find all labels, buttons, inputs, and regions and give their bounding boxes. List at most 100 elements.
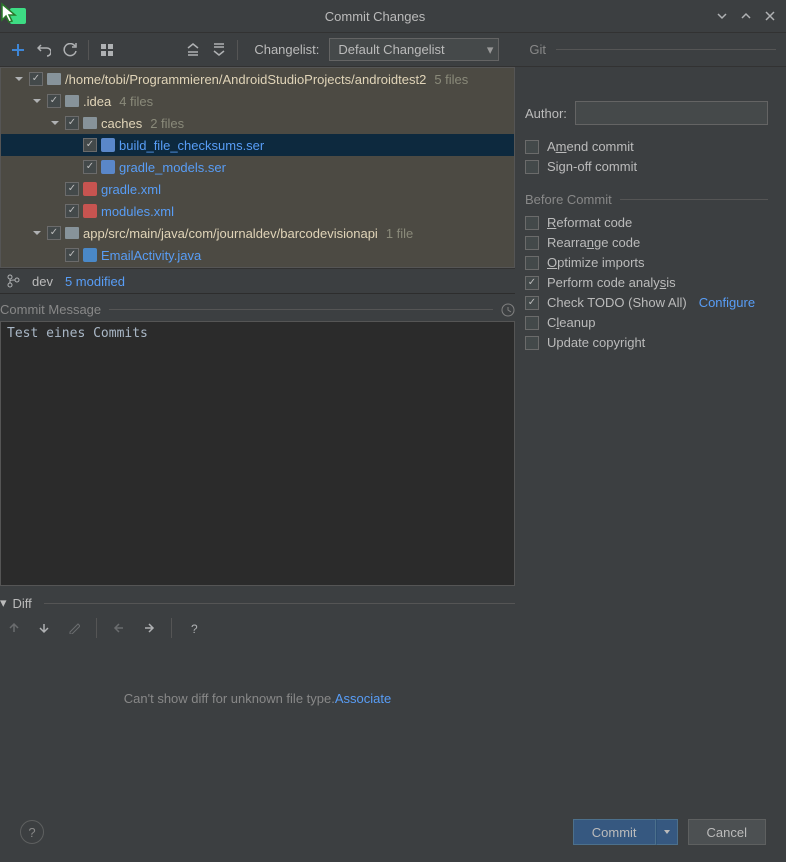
rearrange-label: Rearrange code bbox=[547, 235, 640, 250]
todo-checkbox[interactable] bbox=[525, 296, 539, 310]
modified-count[interactable]: 5 modified bbox=[65, 274, 125, 289]
rearrange-checkbox[interactable] bbox=[525, 236, 539, 250]
file-count: 5 files bbox=[434, 72, 468, 87]
java-file-icon bbox=[83, 248, 97, 262]
tree-row[interactable]: caches2 files bbox=[1, 112, 514, 134]
commit-message-label: Commit Message bbox=[0, 302, 101, 317]
group-by-icon[interactable] bbox=[99, 42, 115, 58]
expand-icon[interactable] bbox=[49, 117, 61, 129]
copyright-checkbox[interactable] bbox=[525, 336, 539, 350]
analysis-checkbox[interactable] bbox=[525, 276, 539, 290]
tree-row[interactable]: modules.xml bbox=[1, 200, 514, 222]
file-checkbox[interactable] bbox=[83, 138, 97, 152]
ser-file-icon bbox=[101, 160, 115, 174]
expand-icon[interactable] bbox=[31, 95, 43, 107]
configure-link[interactable]: Configure bbox=[699, 295, 755, 310]
file-checkbox[interactable] bbox=[83, 160, 97, 174]
status-line: dev 5 modified bbox=[0, 268, 515, 294]
folder-icon bbox=[65, 227, 79, 239]
tree-row[interactable]: build_file_checksums.ser bbox=[1, 134, 514, 156]
analysis-label: Perform code analysis bbox=[547, 275, 676, 290]
tree-row[interactable]: gradle_models.ser bbox=[1, 156, 514, 178]
commit-dropdown[interactable] bbox=[656, 819, 678, 845]
commit-message-input[interactable] bbox=[0, 321, 515, 586]
file-name: app/src/main/java/com/journaldev/barcode… bbox=[83, 226, 378, 241]
diff-label: Diff bbox=[13, 596, 32, 611]
file-count: 4 files bbox=[119, 94, 153, 109]
collapse-all-icon[interactable] bbox=[211, 42, 227, 58]
associate-link[interactable]: Associate bbox=[335, 691, 391, 706]
history-icon[interactable] bbox=[501, 303, 515, 317]
tree-row[interactable]: app/src/main/java/com/journaldev/barcode… bbox=[1, 222, 514, 244]
help-button[interactable]: ? bbox=[20, 820, 44, 844]
diff-toggle[interactable]: ▾ Diff bbox=[0, 593, 515, 613]
file-name: .idea bbox=[83, 94, 111, 109]
tree-row[interactable]: .idea 4 files bbox=[1, 90, 514, 112]
tree-row[interactable]: EmailActivity.java bbox=[1, 244, 514, 266]
copyright-label: Update copyright bbox=[547, 335, 645, 350]
prev-change-icon bbox=[6, 620, 22, 636]
file-tree[interactable]: /home/tobi/Programmieren/AndroidStudioPr… bbox=[0, 67, 515, 268]
next-file-icon[interactable] bbox=[141, 620, 157, 636]
signoff-checkbox[interactable] bbox=[525, 160, 539, 174]
refresh-icon[interactable] bbox=[62, 42, 78, 58]
svg-text:?: ? bbox=[191, 622, 198, 634]
todo-label: Check TODO (Show All) bbox=[547, 295, 687, 310]
changelist-label: Changelist: bbox=[254, 42, 319, 57]
expand-icon[interactable] bbox=[13, 73, 25, 85]
signoff-label: Sign-off commit bbox=[547, 159, 637, 174]
next-change-icon[interactable] bbox=[36, 620, 52, 636]
file-name: build_file_checksums.ser bbox=[119, 138, 264, 153]
file-checkbox[interactable] bbox=[29, 72, 43, 86]
cleanup-checkbox[interactable] bbox=[525, 316, 539, 330]
before-commit-label: Before Commit bbox=[525, 192, 612, 207]
xml-file-icon bbox=[83, 182, 97, 196]
toolbar: Changelist: Default Changelist ▾ Git bbox=[0, 33, 786, 67]
amend-label: Amend commit bbox=[547, 139, 634, 154]
reformat-checkbox[interactable] bbox=[525, 216, 539, 230]
xml-file-icon bbox=[83, 204, 97, 218]
commit-button[interactable]: Commit bbox=[573, 819, 656, 845]
footer: ? Commit Cancel bbox=[0, 802, 786, 862]
author-label: Author: bbox=[525, 106, 567, 121]
file-checkbox[interactable] bbox=[47, 226, 61, 240]
file-checkbox[interactable] bbox=[65, 116, 79, 130]
file-checkbox[interactable] bbox=[65, 204, 79, 218]
changelist-select[interactable]: Default Changelist bbox=[329, 38, 499, 61]
expand-all-icon[interactable] bbox=[185, 42, 201, 58]
folder-icon bbox=[83, 117, 97, 129]
file-checkbox[interactable] bbox=[65, 248, 79, 262]
tree-row[interactable]: /home/tobi/Programmieren/AndroidStudioPr… bbox=[1, 68, 514, 90]
file-checkbox[interactable] bbox=[65, 182, 79, 196]
optimize-label: Optimize imports bbox=[547, 255, 645, 270]
branch-name[interactable]: dev bbox=[32, 274, 53, 289]
cleanup-label: Cleanup bbox=[547, 315, 595, 330]
chevron-down-icon: ▾ bbox=[0, 595, 7, 611]
file-count: 2 files bbox=[150, 116, 184, 131]
collapse-down-icon[interactable] bbox=[716, 10, 728, 22]
git-section-label: Git bbox=[529, 42, 546, 57]
collapse-up-icon[interactable] bbox=[740, 10, 752, 22]
tree-row[interactable]: gradle.xml bbox=[1, 178, 514, 200]
show-diff-icon[interactable] bbox=[10, 42, 26, 58]
expand-icon[interactable] bbox=[31, 227, 43, 239]
file-checkbox[interactable] bbox=[47, 94, 61, 108]
ser-file-icon bbox=[101, 138, 115, 152]
diff-unknown-text: Can't show diff for unknown file type. bbox=[124, 691, 335, 706]
folder-icon bbox=[47, 73, 61, 85]
branch-icon bbox=[6, 274, 20, 288]
close-icon[interactable] bbox=[764, 10, 776, 22]
folder-icon bbox=[65, 95, 79, 107]
app-logo-icon bbox=[10, 8, 26, 24]
author-input[interactable] bbox=[575, 101, 768, 125]
file-count: 1 file bbox=[386, 226, 413, 241]
help-icon[interactable]: ? bbox=[186, 620, 202, 636]
cancel-button[interactable]: Cancel bbox=[688, 819, 766, 845]
optimize-checkbox[interactable] bbox=[525, 256, 539, 270]
window-title: Commit Changes bbox=[34, 9, 716, 24]
file-name: gradle.xml bbox=[101, 182, 161, 197]
file-name: EmailActivity.java bbox=[101, 248, 201, 263]
revert-icon[interactable] bbox=[36, 42, 52, 58]
file-name: /home/tobi/Programmieren/AndroidStudioPr… bbox=[65, 72, 426, 87]
amend-checkbox[interactable] bbox=[525, 140, 539, 154]
